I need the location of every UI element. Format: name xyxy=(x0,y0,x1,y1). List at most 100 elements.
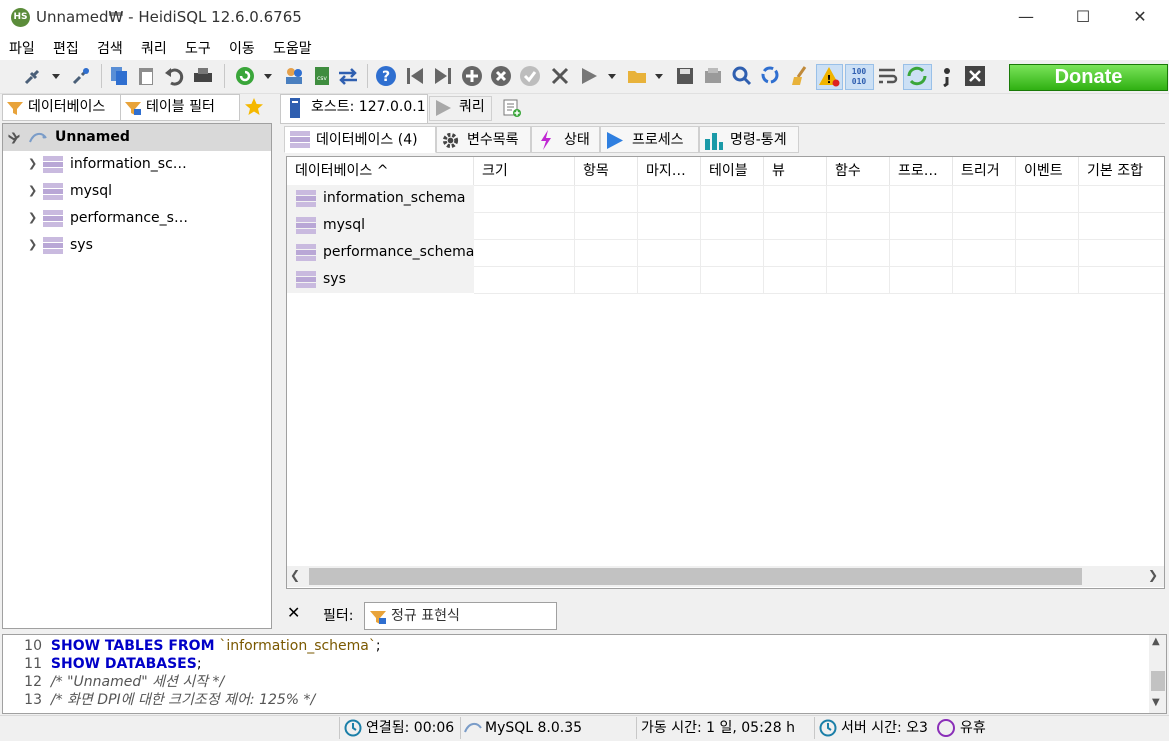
disconnect-plug-icon[interactable] xyxy=(70,65,92,87)
table-row[interactable]: performance_schema xyxy=(287,239,474,266)
cancel-edit-icon[interactable] xyxy=(549,65,571,87)
menu-file[interactable]: 파일 xyxy=(9,38,35,58)
tab-table-filter[interactable]: 테이블 필터 xyxy=(120,94,240,121)
minimize-button[interactable]: — xyxy=(997,0,1055,34)
scroll-left-icon[interactable]: ❮ xyxy=(290,568,300,582)
run-query-icon[interactable] xyxy=(578,65,600,87)
sync-arrows-icon[interactable] xyxy=(337,65,359,87)
new-query-tab-icon[interactable] xyxy=(502,98,522,118)
tree-root-label[interactable]: Unnamed xyxy=(55,129,130,145)
column-header-events[interactable]: 이벤트 xyxy=(1016,157,1079,185)
close-tab-icon[interactable] xyxy=(964,65,986,87)
sql-token: SHOW DATABASES xyxy=(50,656,197,672)
add-record-icon[interactable] xyxy=(461,65,483,87)
tab-host-label[interactable]: 호스트: 127.0.0.1 xyxy=(311,94,426,121)
chevron-right-icon[interactable]: ❯ xyxy=(28,211,37,224)
column-header-functions[interactable]: 함수 xyxy=(827,157,890,185)
save-snippet-icon[interactable] xyxy=(702,65,724,87)
table-row[interactable]: mysql xyxy=(287,212,474,239)
scroll-up-icon[interactable]: ▲ xyxy=(1152,636,1160,647)
database-icon xyxy=(296,271,316,288)
menu-search[interactable]: 검색 xyxy=(97,38,123,58)
refresh-icon[interactable] xyxy=(234,65,256,87)
column-header-views[interactable]: 뷰 xyxy=(764,157,827,185)
svg-text:!: ! xyxy=(826,73,831,86)
open-dropdown-icon[interactable] xyxy=(653,65,665,87)
menu-tools[interactable]: 도구 xyxy=(185,38,211,58)
delete-record-icon[interactable] xyxy=(490,65,512,87)
print-icon[interactable] xyxy=(192,65,214,87)
last-record-icon[interactable] xyxy=(432,65,454,87)
tree-db-label[interactable]: performance_s… xyxy=(70,210,188,226)
undo-icon[interactable] xyxy=(163,65,185,87)
user-manager-icon[interactable] xyxy=(283,65,305,87)
connect-dropdown-icon[interactable] xyxy=(50,65,62,87)
scroll-down-icon[interactable]: ▼ xyxy=(1152,697,1160,708)
help-icon[interactable]: ? xyxy=(375,65,397,87)
filter-close-icon[interactable]: ✕ xyxy=(287,603,300,622)
menu-help[interactable]: 도움말 xyxy=(273,38,312,58)
connect-plug-icon[interactable] xyxy=(22,65,44,87)
row-database-name: information_schema xyxy=(323,190,466,206)
subtab-status[interactable]: 상태 xyxy=(531,126,600,153)
column-header-procedures[interactable]: 프로… xyxy=(890,157,953,185)
column-header-database[interactable]: 데이터베이스 ^ xyxy=(287,157,474,185)
column-header-items[interactable]: 항목 xyxy=(575,157,638,185)
chevron-right-icon[interactable]: ❯ xyxy=(28,157,37,170)
scrollbar-thumb[interactable] xyxy=(309,568,1082,585)
tree-db-label[interactable]: mysql xyxy=(70,183,112,199)
save-icon[interactable] xyxy=(674,65,696,87)
word-wrap-icon[interactable] xyxy=(877,65,899,87)
semicolon-icon[interactable] xyxy=(936,65,958,87)
find-icon[interactable] xyxy=(731,65,753,87)
favorite-star-icon[interactable] xyxy=(244,97,264,117)
maximize-button[interactable]: ☐ xyxy=(1054,0,1112,34)
tab-databases[interactable]: 데이터베이스 xyxy=(2,94,121,121)
binary-mode-icon[interactable]: 100010 xyxy=(848,65,870,87)
tree-db-label[interactable]: information_sc… xyxy=(70,156,187,172)
column-header-size[interactable]: 크기 xyxy=(474,157,575,185)
table-row[interactable]: information_schema xyxy=(287,185,474,212)
close-window-button[interactable]: ✕ xyxy=(1111,0,1169,34)
scrollbar-thumb[interactable] xyxy=(1151,671,1165,691)
paste-icon[interactable] xyxy=(135,65,157,87)
chevron-right-icon[interactable]: ❯ xyxy=(28,238,37,251)
row-database-name: performance_schema xyxy=(323,244,475,260)
subtab-command-stats[interactable]: 명령-통계 xyxy=(699,126,799,153)
status-uptime: 가동 시간: 1 일, 05:28 h xyxy=(636,717,814,739)
column-header-tables[interactable]: 테이블 xyxy=(701,157,764,185)
first-record-icon[interactable] xyxy=(404,65,426,87)
status-server-time: 서버 시간: 오3 xyxy=(814,717,936,739)
column-header-default-collation[interactable]: 기본 조합 xyxy=(1079,157,1164,185)
auto-refresh-icon[interactable] xyxy=(906,65,928,87)
subtab-processes[interactable]: 프로세스 xyxy=(600,126,699,153)
sql-log-line: 11 SHOW DATABASES; xyxy=(2,655,202,673)
find-replace-icon[interactable] xyxy=(760,65,782,87)
warning-icon[interactable]: ! xyxy=(818,65,840,87)
sql-log-line: 12 /* "Unnamed" 세션 시작 */ xyxy=(2,673,224,691)
format-sql-broom-icon[interactable] xyxy=(789,65,811,87)
menu-edit[interactable]: 편집 xyxy=(53,38,79,58)
database-icon xyxy=(296,244,316,261)
refresh-dropdown-icon[interactable] xyxy=(262,65,274,87)
copy-icon[interactable] xyxy=(108,65,130,87)
chevron-right-icon[interactable]: ❯ xyxy=(28,184,37,197)
column-header-triggers[interactable]: 트리거 xyxy=(953,157,1016,185)
column-header-last-modified[interactable]: 마지… xyxy=(638,157,701,185)
donate-button[interactable]: Donate xyxy=(1009,64,1168,91)
tree-db-label[interactable]: sys xyxy=(70,237,93,253)
open-folder-icon[interactable] xyxy=(626,65,648,87)
tab-query-label[interactable]: 쿼리 xyxy=(459,94,485,121)
subtab-variables[interactable]: 변수목록 xyxy=(436,126,531,153)
run-dropdown-icon[interactable] xyxy=(606,65,618,87)
menu-query[interactable]: 쿼리 xyxy=(141,38,167,58)
export-csv-icon[interactable]: csv xyxy=(311,65,333,87)
sql-token: ; xyxy=(196,656,202,672)
post-record-icon[interactable] xyxy=(519,65,541,87)
scroll-right-icon[interactable]: ❯ xyxy=(1148,568,1158,582)
filter-input[interactable]: 정규 표현식 xyxy=(364,602,557,630)
menu-goto[interactable]: 이동 xyxy=(229,38,255,58)
table-row[interactable]: sys xyxy=(287,266,474,293)
chevron-down-icon[interactable]: ❯ xyxy=(8,133,21,142)
subtab-databases[interactable]: 데이터베이스 (4) xyxy=(284,126,436,153)
